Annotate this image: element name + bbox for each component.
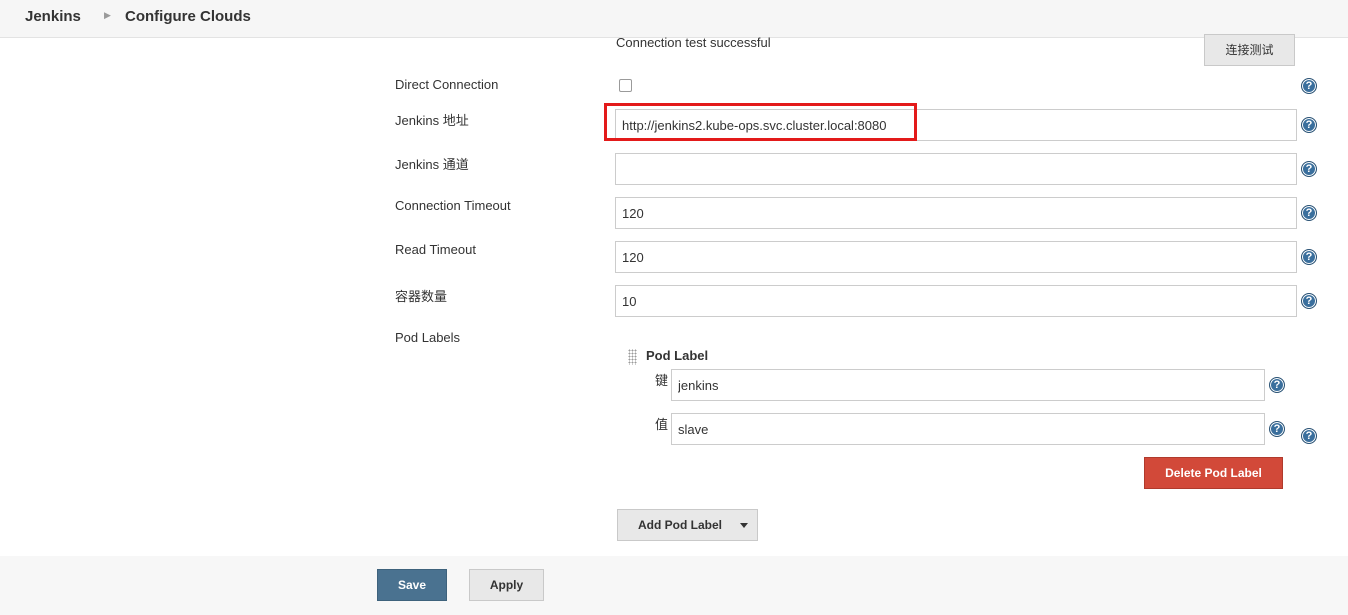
container-cap-input[interactable] bbox=[615, 285, 1297, 317]
pod-label-title: Pod Label bbox=[646, 348, 709, 363]
pod-label-value-label: 值 bbox=[655, 417, 669, 432]
drag-handle-icon[interactable] bbox=[628, 349, 637, 365]
breadcrumb-bar: Jenkins ▶ Configure Clouds bbox=[0, 0, 1348, 38]
jenkins-tunnel-input[interactable] bbox=[615, 153, 1297, 185]
bottom-action-bar bbox=[0, 556, 1348, 615]
help-icon[interactable]: ? bbox=[1269, 421, 1285, 437]
read-timeout-input[interactable] bbox=[615, 241, 1297, 273]
read-timeout-label: Read Timeout bbox=[395, 242, 476, 257]
help-icon[interactable]: ? bbox=[1269, 377, 1285, 393]
pod-label-key-label: 键 bbox=[655, 373, 669, 388]
help-icon[interactable]: ? bbox=[1301, 428, 1317, 444]
delete-pod-label-button[interactable]: Delete Pod Label bbox=[1144, 457, 1283, 489]
connection-timeout-label: Connection Timeout bbox=[395, 198, 511, 213]
help-icon[interactable]: ? bbox=[1301, 205, 1317, 221]
jenkins-url-label: Jenkins 地址 bbox=[395, 113, 469, 128]
help-icon[interactable]: ? bbox=[1301, 293, 1317, 309]
direct-connection-label: Direct Connection bbox=[395, 77, 499, 92]
pod-label-value-input[interactable] bbox=[671, 413, 1265, 445]
help-icon[interactable]: ? bbox=[1301, 78, 1317, 94]
container-cap-label: 容器数量 bbox=[395, 289, 448, 304]
add-pod-label-text: Add Pod Label bbox=[638, 518, 722, 532]
apply-button[interactable]: Apply bbox=[469, 569, 544, 601]
pod-labels-label: Pod Labels bbox=[395, 330, 461, 345]
help-icon[interactable]: ? bbox=[1301, 117, 1317, 133]
direct-connection-checkbox[interactable] bbox=[619, 79, 632, 92]
breadcrumb-configure-clouds[interactable]: Configure Clouds bbox=[125, 8, 251, 25]
connection-test-button[interactable]: 连接测试 bbox=[1204, 34, 1295, 66]
help-icon[interactable]: ? bbox=[1301, 161, 1317, 177]
connection-timeout-input[interactable] bbox=[615, 197, 1297, 229]
jenkins-tunnel-label: Jenkins 通道 bbox=[395, 157, 469, 172]
connection-test-status: Connection test successful bbox=[616, 35, 771, 50]
chevron-down-icon[interactable] bbox=[740, 523, 748, 528]
breadcrumb-separator-icon: ▶ bbox=[104, 10, 111, 20]
pod-label-key-input[interactable] bbox=[671, 369, 1265, 401]
jenkins-url-input[interactable] bbox=[615, 109, 1297, 141]
save-button[interactable]: Save bbox=[377, 569, 447, 601]
help-icon[interactable]: ? bbox=[1301, 249, 1317, 265]
breadcrumb-jenkins[interactable]: Jenkins bbox=[25, 8, 81, 25]
add-pod-label-button[interactable]: Add Pod Label bbox=[617, 509, 758, 541]
